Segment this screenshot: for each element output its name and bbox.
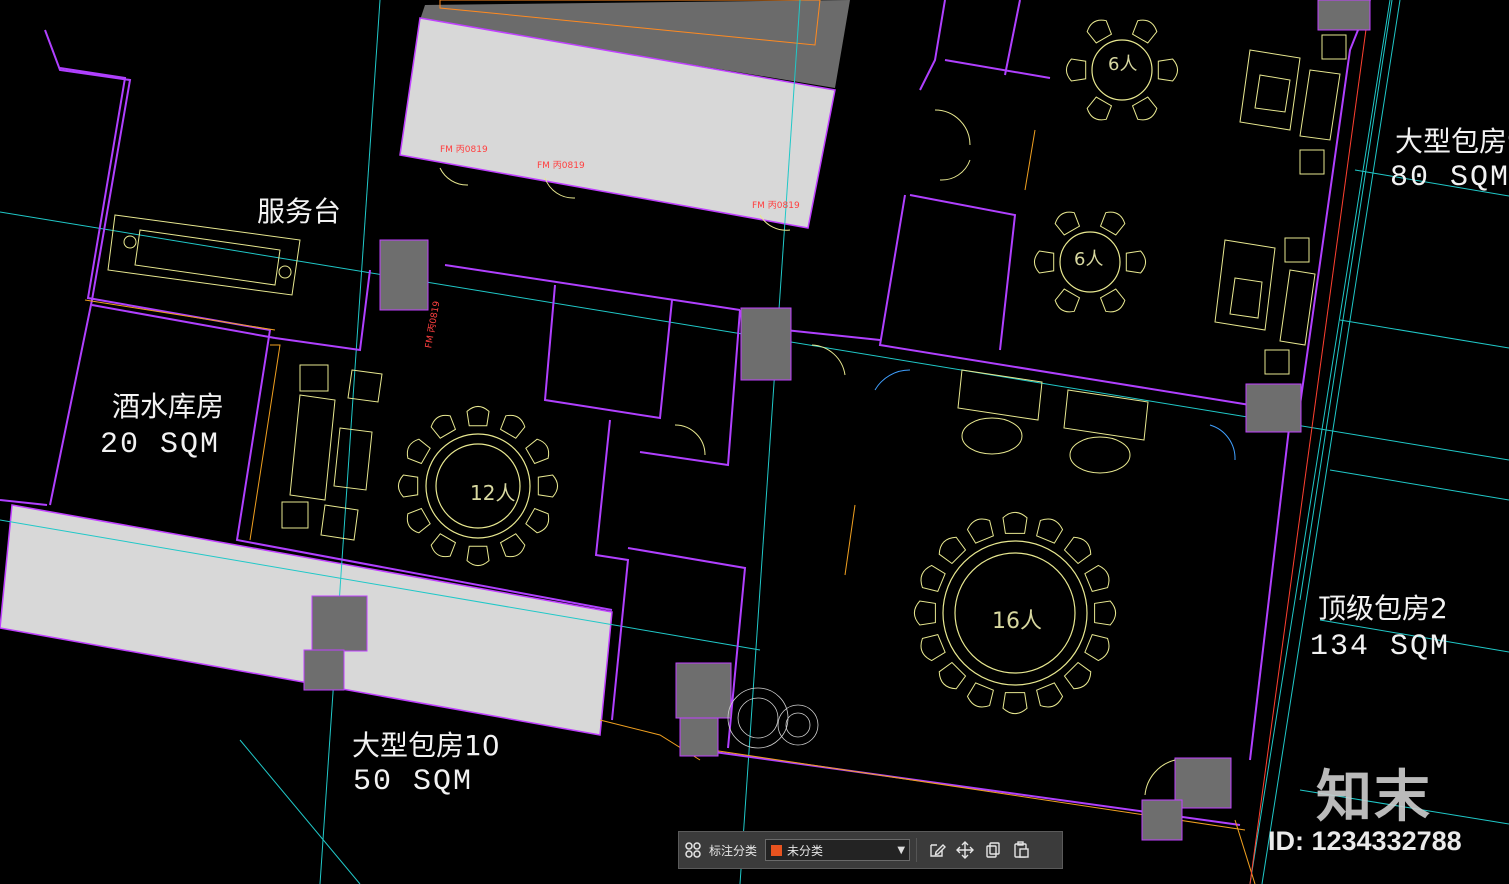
chair (1063, 536, 1092, 565)
chair (1099, 288, 1126, 313)
chair (525, 507, 550, 534)
move-icon[interactable] (951, 836, 979, 864)
chair (1054, 288, 1081, 313)
chair (537, 474, 559, 498)
chair (1036, 518, 1064, 544)
chair (499, 414, 526, 439)
chair (913, 600, 936, 626)
chair (966, 518, 994, 544)
table-6-chairs (1033, 19, 1179, 313)
chair (1002, 692, 1028, 715)
chair (1065, 58, 1087, 82)
label-large-room-10-area: 50 SQM (353, 765, 474, 799)
label-top-room-2: 顶级包房2 (1318, 592, 1448, 625)
chair (525, 438, 550, 465)
chair (1125, 250, 1147, 274)
annotation-category-label: 标注分类 (709, 843, 758, 858)
category-color-swatch (770, 843, 784, 857)
chair (1157, 58, 1179, 82)
fire-door-label: FM 丙0819 (537, 161, 585, 171)
chair (397, 474, 419, 498)
chair (1086, 96, 1113, 121)
fire-door-label: FM 丙0819 (440, 145, 488, 155)
chair (938, 536, 967, 565)
chair (1063, 661, 1092, 690)
toolbar-divider (916, 838, 918, 862)
chair (1033, 250, 1055, 274)
chair (1084, 564, 1110, 592)
chair (920, 564, 946, 592)
label-large-room-9-area: 80 SQM (1390, 161, 1509, 195)
chair (1131, 96, 1158, 121)
fire-door-label: FM 丙0819 (752, 201, 800, 211)
chair (1099, 211, 1126, 236)
chair (1094, 600, 1117, 626)
cad-drawing-canvas[interactable] (0, 0, 1509, 884)
label-top-room-2-area: 134 SQM (1310, 630, 1451, 664)
gray-panels (0, 0, 850, 736)
chair (406, 438, 431, 465)
chair (1054, 211, 1081, 236)
label-table-16: 16人 (992, 609, 1042, 634)
edit-icon[interactable] (923, 836, 951, 864)
label-large-room-10: 大型包房10 (352, 729, 500, 762)
paste-icon[interactable] (1007, 836, 1035, 864)
annotation-category-select[interactable]: 未分类 ▼ (765, 839, 911, 861)
chair (466, 545, 490, 567)
annotation-toolbar: 标注分类 未分类 ▼ (678, 831, 1063, 869)
chair (938, 661, 967, 690)
chair (1002, 511, 1028, 534)
chair (1131, 19, 1158, 44)
chair (1084, 634, 1110, 662)
chair (430, 533, 457, 558)
label-service-desk: 服务台 (257, 195, 342, 228)
label-wine-store-area: 20 SQM (100, 428, 221, 462)
label-table-12: 12人 (470, 481, 516, 505)
grid-layout-icon[interactable] (679, 836, 707, 864)
plants (727, 687, 819, 749)
label-large-room-9: 大型包房9 (1395, 125, 1509, 158)
watermark-id: ID: 1234332788 (1268, 826, 1462, 856)
copy-icon[interactable] (979, 836, 1007, 864)
chair (466, 405, 490, 427)
chair (1086, 19, 1113, 44)
chair (406, 507, 431, 534)
chair (1036, 682, 1064, 708)
label-table-6b: 6人 (1074, 249, 1104, 270)
chair (499, 533, 526, 558)
chair (430, 414, 457, 439)
label-table-6a: 6人 (1108, 54, 1138, 75)
chevron-down-icon: ▼ (897, 844, 906, 856)
watermark-logo: 知末 (1316, 765, 1432, 830)
label-wine-store: 酒水库房 (112, 390, 225, 423)
chair (920, 634, 946, 662)
category-selected-value: 未分类 (787, 843, 824, 858)
chair (966, 682, 994, 708)
